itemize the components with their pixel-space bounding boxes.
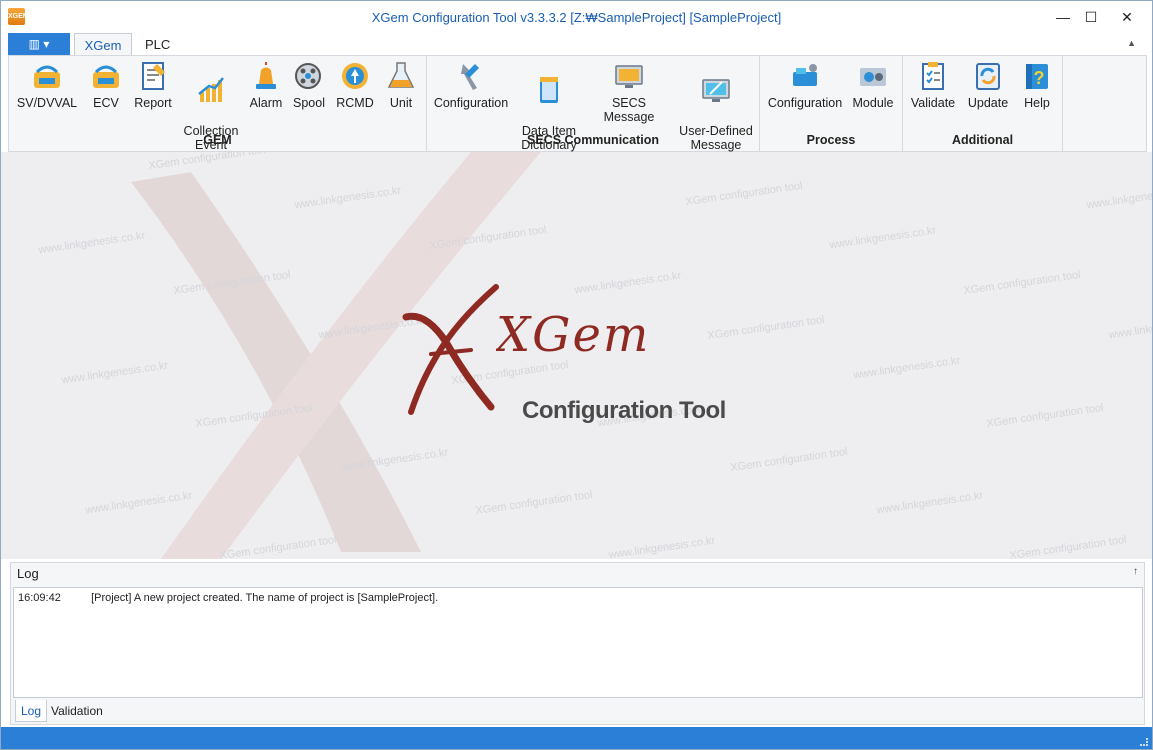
ribbon-group-secs-communication: Configuration Data Item Dictionary SECS …	[427, 56, 760, 152]
sv-dvval-label: SV/DVVAL	[16, 96, 78, 110]
maximize-button[interactable]: ☐	[1074, 5, 1108, 29]
tab-plc[interactable]: PLC	[133, 33, 182, 56]
validate-label: Validate	[910, 96, 956, 110]
secs-message-button[interactable]: SECS Message	[587, 60, 671, 124]
process-configuration-label: Configuration	[767, 96, 843, 110]
log-panel-title: Log	[17, 566, 39, 581]
unit-button[interactable]: Unit	[381, 60, 421, 110]
app-window: XGEM XGem Configuration Tool v3.3.3.2 [Z…	[0, 0, 1153, 750]
tab-log[interactable]: Log	[15, 700, 47, 722]
unit-label: Unit	[389, 96, 413, 110]
collection-event-icon	[198, 77, 224, 102]
report-button[interactable]: Report	[131, 60, 175, 110]
resize-grip-icon[interactable]	[1140, 738, 1148, 746]
unit-icon	[387, 62, 415, 88]
ribbon-group-additional: Validate Update ? Help Additional	[903, 56, 1063, 151]
window-title: XGem Configuration Tool v3.3.3.2 [Z:₩Sam…	[371, 10, 782, 25]
pin-icon[interactable]: ↑	[1133, 566, 1138, 577]
secs-configuration-label: Configuration	[433, 96, 509, 110]
group-label-secs-communication: SECS Communication	[527, 133, 659, 147]
log-entry: 16:09:42 [Project] A new project created…	[18, 592, 438, 604]
process-configuration-button[interactable]: Configuration	[766, 60, 844, 110]
secs-message-label: SECS Message	[603, 96, 655, 124]
module-button[interactable]: Module	[848, 60, 898, 110]
rcmd-label: RCMD	[336, 96, 374, 110]
rcmd-icon	[342, 63, 368, 89]
ribbon-group-process: Configuration Module Process	[760, 56, 903, 151]
tab-validation-result[interactable]: Validation Result	[47, 700, 107, 740]
close-button[interactable]: ✕	[1110, 5, 1144, 29]
logo-wordmark: XGem	[496, 307, 650, 363]
log-list[interactable]: 16:09:42 [Project] A new project created…	[13, 587, 1143, 698]
alarm-label: Alarm	[249, 96, 283, 110]
spool-icon	[295, 63, 321, 89]
module-icon	[860, 68, 886, 86]
sv-dvval-button[interactable]: SV/DVVAL	[15, 60, 79, 110]
workspace-area: XGem configuration tool www.linkgenesis.…	[1, 152, 1152, 559]
secs-configuration-button[interactable]: Configuration	[433, 60, 509, 110]
help-button[interactable]: ? Help	[1017, 60, 1057, 110]
application-menu-button[interactable]: ▥ ▾	[8, 33, 70, 56]
update-icon	[976, 63, 1000, 90]
alarm-icon	[256, 62, 276, 89]
data-item-dictionary-icon	[540, 77, 558, 103]
log-entry-time: 16:09:42	[18, 592, 61, 604]
collapse-ribbon-icon[interactable]: ▲	[1127, 38, 1136, 48]
alarm-button[interactable]: Alarm	[247, 60, 285, 110]
rcmd-button[interactable]: RCMD	[333, 60, 377, 110]
update-label: Update	[967, 96, 1009, 110]
ribbon-tab-bar: ▥ ▾ XGem PLC ▲	[1, 33, 1152, 56]
log-entry-message: [Project] A new project created. The nam…	[91, 592, 439, 604]
module-label: Module	[852, 96, 894, 110]
spool-button[interactable]: Spool	[289, 60, 329, 110]
secs-message-icon	[615, 65, 643, 88]
ribbon: SV/DVVAL ECV Report Collection Event Ala…	[8, 55, 1147, 152]
ecv-icon	[93, 65, 119, 88]
logo-wordmark-text: XGem	[496, 307, 651, 363]
logo-subtitle: Configuration Tool	[522, 397, 726, 424]
validate-icon	[922, 62, 944, 90]
svg-text:?: ?	[1034, 68, 1045, 88]
status-bar	[1, 727, 1152, 749]
update-button[interactable]: Update	[963, 60, 1013, 110]
help-icon: ?	[1026, 64, 1048, 89]
ecv-button[interactable]: ECV	[85, 60, 127, 110]
report-label: Report	[134, 96, 172, 110]
user-defined-message-icon	[702, 79, 730, 102]
report-icon	[142, 62, 165, 90]
group-label-gem: GEM	[203, 133, 232, 147]
process-configuration-icon	[793, 64, 817, 86]
log-panel: Log ↑ 16:09:42 [Project] A new project c…	[10, 562, 1145, 740]
ecv-label: ECV	[93, 96, 119, 110]
tab-xgem[interactable]: XGem	[74, 33, 132, 56]
secs-configuration-icon	[461, 64, 479, 90]
group-label-additional: Additional	[951, 133, 1014, 147]
ribbon-group-gem: SV/DVVAL ECV Report Collection Event Ala…	[9, 56, 427, 152]
group-label-process: Process	[806, 133, 856, 147]
sv-dvval-icon	[34, 65, 60, 88]
title-bar: XGEM XGem Configuration Tool v3.3.3.2 [Z…	[1, 1, 1152, 33]
spool-label: Spool	[293, 96, 325, 110]
validate-button[interactable]: Validate	[907, 60, 959, 110]
help-label: Help	[1024, 96, 1050, 110]
